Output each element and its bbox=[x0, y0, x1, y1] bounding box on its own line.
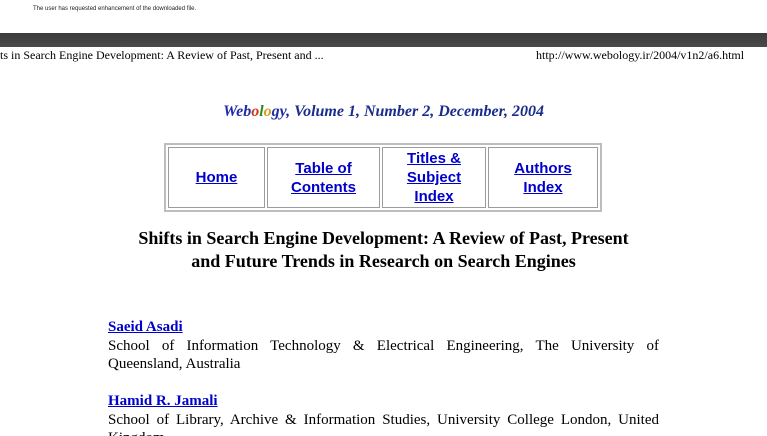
author-block: Saeid Asadi School of Information Techno… bbox=[108, 318, 659, 373]
nav-cell-authors: Authors Index bbox=[488, 147, 598, 208]
nav-link-home[interactable]: Home bbox=[196, 168, 238, 187]
nav-link-authors-index[interactable]: Authors Index bbox=[514, 159, 572, 197]
journal-masthead: Webology, Volume 1, Number 2, December, … bbox=[0, 103, 767, 121]
masthead-brand-part: Web bbox=[223, 103, 252, 120]
article-title-line: Shifts in Search Engine Development: A R… bbox=[138, 228, 629, 248]
masthead-issue-info: , Volume 1, Number 2, December, 2004 bbox=[286, 103, 544, 120]
masthead-brand-part: gy bbox=[271, 103, 287, 120]
nav-link-titles-subject-index[interactable]: Titles & Subject Index bbox=[407, 149, 461, 206]
author-block: Hamid R. Jamali School of Library, Archi… bbox=[108, 392, 659, 436]
page-header-url: http://www.webology.ir/2004/v1n2/a6.html bbox=[536, 48, 745, 62]
article-title-line: and Future Trends in Research on Search … bbox=[191, 251, 576, 271]
journal-nav-table: Home Table of Contents Titles & Subject Ind… bbox=[164, 143, 602, 212]
masthead-brand-part: o bbox=[263, 103, 272, 120]
nav-cell-titles: Titles & Subject Index bbox=[382, 147, 486, 208]
page-header-bar bbox=[0, 33, 767, 47]
nav-link-table-of-contents[interactable]: Table of Contents bbox=[291, 159, 356, 197]
author-affiliation: School of Library, Archive & Information… bbox=[108, 412, 659, 436]
download-notice: The user has requested enhancement of th… bbox=[33, 6, 197, 12]
author-name-link[interactable]: Hamid R. Jamali bbox=[108, 392, 218, 411]
author-name-link[interactable]: Saeid Asadi bbox=[108, 318, 183, 337]
masthead-brand-part: o bbox=[251, 103, 260, 120]
nav-cell-contents: Table of Contents bbox=[267, 147, 380, 208]
nav-cell-home: Home bbox=[168, 147, 265, 208]
author-affiliation: School of Information Technology & Elect… bbox=[108, 338, 659, 372]
article-title: Shifts in Search Engine Development: A R… bbox=[100, 227, 667, 273]
page-header-title: ts in Search Engine Development: A Revie… bbox=[0, 48, 324, 62]
